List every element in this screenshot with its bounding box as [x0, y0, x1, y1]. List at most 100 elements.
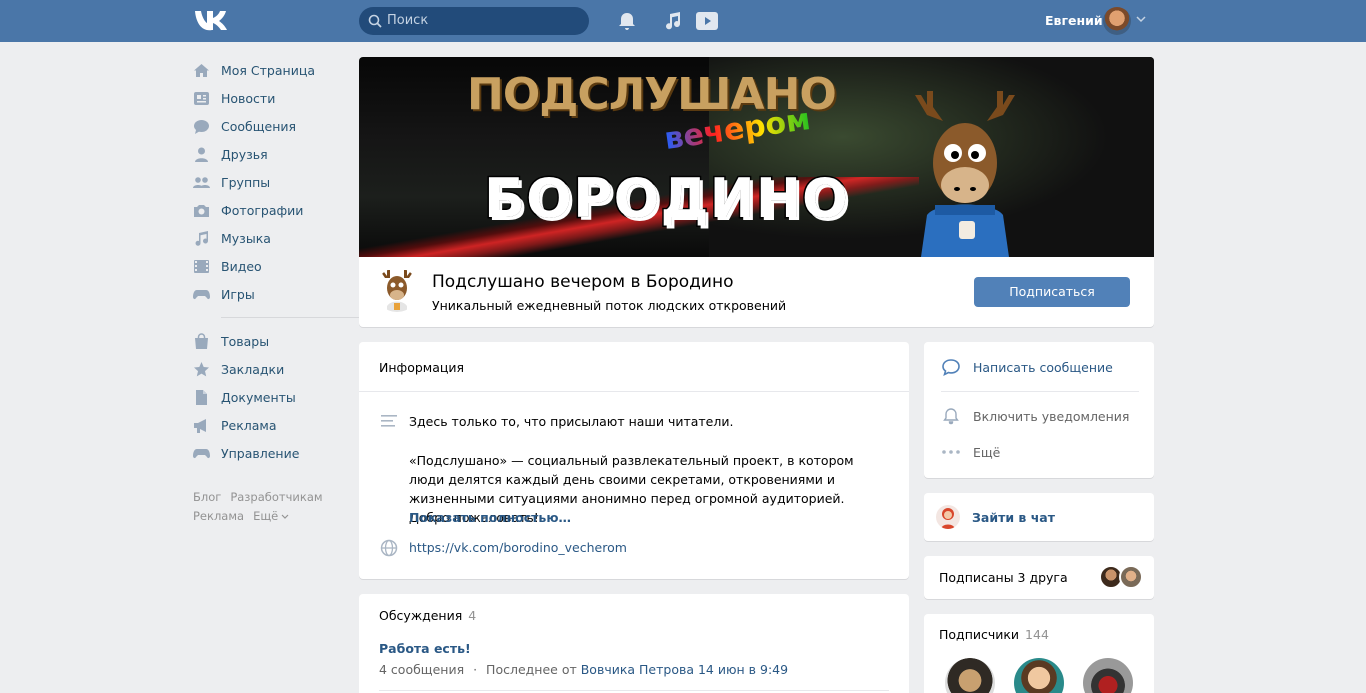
discussion-last-prefix: Последнее от [486, 662, 577, 677]
sidebar-item-label: Управление [221, 445, 300, 461]
subscribers-title[interactable]: Подписчики 144 [939, 627, 1049, 642]
sidebar-item-my-page[interactable]: Моя Страница [193, 56, 343, 84]
discussion-last-author-link[interactable]: Вовчика Петрова [581, 662, 694, 677]
search-icon [368, 14, 382, 28]
discussions-title[interactable]: Обсуждения 4 [379, 608, 476, 623]
moose-mascot-icon [915, 91, 1015, 257]
chat-card[interactable]: Зайти в чат [924, 493, 1154, 541]
write-message-label: Написать сообщение [973, 359, 1113, 375]
video-icon [194, 259, 209, 273]
enable-notifications-button[interactable]: Включить уведомления [941, 406, 1129, 426]
subscriber-avatar[interactable] [1014, 658, 1064, 693]
friends-subscribed-card[interactable]: Подписаны 3 друга [924, 556, 1154, 599]
more-actions-button[interactable]: Ещё [941, 442, 1000, 462]
play-icon[interactable] [695, 10, 719, 32]
search-box[interactable]: Поиск [359, 7, 589, 35]
sidebar-item-label: Товары [221, 333, 270, 349]
gamepad-icon [193, 289, 210, 299]
meta-dot: · [473, 662, 478, 677]
sidebar-item-groups[interactable]: Группы [193, 168, 343, 196]
text-lines-icon [381, 415, 397, 427]
sidebar-item-manage[interactable]: Управление [193, 439, 343, 467]
subscriber-avatar[interactable] [945, 658, 995, 693]
friend-avatar[interactable] [1119, 565, 1143, 589]
subscribers-card: Подписчики 144 [924, 614, 1154, 693]
show-more-link[interactable]: Показать полностью… [409, 510, 571, 525]
subscriber-avatar[interactable] [1083, 658, 1133, 693]
footer-link-more[interactable]: Ещё [253, 509, 289, 523]
more-dots-icon [942, 450, 960, 454]
sidebar-item-label: Друзья [221, 146, 268, 162]
discussions-title-label: Обсуждения [379, 608, 463, 623]
cover-title-line3: БОРОДИНО [483, 166, 850, 232]
info-card: Информация Здесь только то, что присылаю… [359, 342, 909, 579]
subscribe-button[interactable]: Подписаться [974, 277, 1130, 307]
footer-link-developers[interactable]: Разработчикам [230, 490, 322, 504]
sidebar-footer: Блог Разработчикам Реклама Ещё [193, 488, 343, 526]
footer-link-blog[interactable]: Блог [193, 490, 221, 504]
write-message-button[interactable]: Написать сообщение [941, 357, 1113, 377]
vk-logo-icon[interactable] [193, 8, 227, 32]
sidebar-item-label: Фотографии [221, 202, 304, 218]
user-avatar[interactable] [1103, 7, 1131, 35]
info-divider [359, 391, 909, 392]
group-status: Уникальный ежедневный поток людских откр… [432, 298, 787, 313]
group-cover-image: ПОДСЛУШАНО вечером БОРОДИНО [359, 57, 1154, 257]
sidebar-item-label: Моя Страница [221, 62, 315, 78]
join-chat-label: Зайти в чат [972, 510, 1055, 525]
message-bubble-icon [942, 359, 960, 377]
sidebar-item-music[interactable]: Музыка [193, 224, 343, 252]
groups-icon [193, 176, 210, 188]
music-note-icon[interactable] [662, 10, 684, 32]
website-link[interactable]: https://vk.com/borodino_vecherom [409, 540, 627, 555]
megaphone-icon [194, 418, 206, 433]
footer-more-label: Ещё [253, 509, 279, 523]
sidebar-item-label: Группы [221, 174, 271, 190]
sidebar-item-label: Видео [221, 258, 262, 274]
sidebar-item-label: Реклама [221, 417, 277, 433]
sidebar-item-bookmarks[interactable]: Закладки [193, 355, 343, 383]
messages-icon [194, 119, 209, 134]
footer-link-ads[interactable]: Реклама [193, 509, 244, 523]
discussion-post-count: 4 сообщения [379, 662, 465, 677]
discussion-last-time-link[interactable]: 14 июн в 9:49 [698, 662, 788, 677]
subscribers-count: 144 [1025, 627, 1049, 642]
sidebar-item-label: Сообщения [221, 118, 297, 134]
discussion-meta: 4 сообщения · Последнее от Вовчика Петро… [379, 662, 788, 677]
group-avatar[interactable] [375, 268, 419, 312]
top-header: Поиск Евгений [0, 0, 1366, 42]
sidebar-item-label: Закладки [221, 361, 285, 377]
user-name[interactable]: Евгений [1045, 13, 1103, 28]
sidebar-item-label: Игры [221, 286, 255, 302]
sidebar-item-goods[interactable]: Товары [193, 327, 343, 355]
sidebar-item-news[interactable]: Новости [193, 84, 343, 112]
search-placeholder: Поиск [387, 13, 429, 28]
sidebar-item-label: Новости [221, 90, 276, 106]
sidebar-item-documents[interactable]: Документы [193, 383, 343, 411]
actions-divider [941, 391, 1139, 392]
info-title: Информация [379, 360, 465, 375]
actions-card: Написать сообщение Включить уведомления … [924, 342, 1154, 478]
sidebar-item-games[interactable]: Игры [193, 280, 343, 308]
sidebar-item-label: Музыка [221, 230, 271, 246]
sidebar-item-friends[interactable]: Друзья [193, 140, 343, 168]
sidebar-item-label: Документы [221, 389, 296, 405]
star-icon [194, 361, 209, 376]
chevron-down-icon[interactable] [1136, 14, 1146, 24]
sidebar-item-photos[interactable]: Фотографии [193, 196, 343, 224]
sidebar-item-video[interactable]: Видео [193, 252, 343, 280]
news-icon [194, 91, 209, 105]
bell-icon[interactable] [616, 10, 638, 32]
gamepad-icon [193, 448, 210, 458]
discussion-topic-link[interactable]: Работа есть! [379, 641, 471, 656]
discussions-card: Обсуждения 4 Работа есть! 4 сообщения · П… [359, 594, 909, 693]
sidebar-divider [221, 317, 364, 318]
info-paragraph-1: Здесь только то, что присылают наши чита… [409, 414, 734, 429]
friends-subscribed-label: Подписаны 3 друга [939, 570, 1068, 585]
sidebar-item-messages[interactable]: Сообщения [193, 112, 343, 140]
more-actions-label: Ещё [973, 444, 1001, 460]
camera-icon [194, 204, 209, 217]
bell-icon [943, 408, 959, 425]
sidebar-item-ads[interactable]: Реклама [193, 411, 343, 439]
group-name: Подслушано вечером в Бородино [432, 272, 734, 292]
